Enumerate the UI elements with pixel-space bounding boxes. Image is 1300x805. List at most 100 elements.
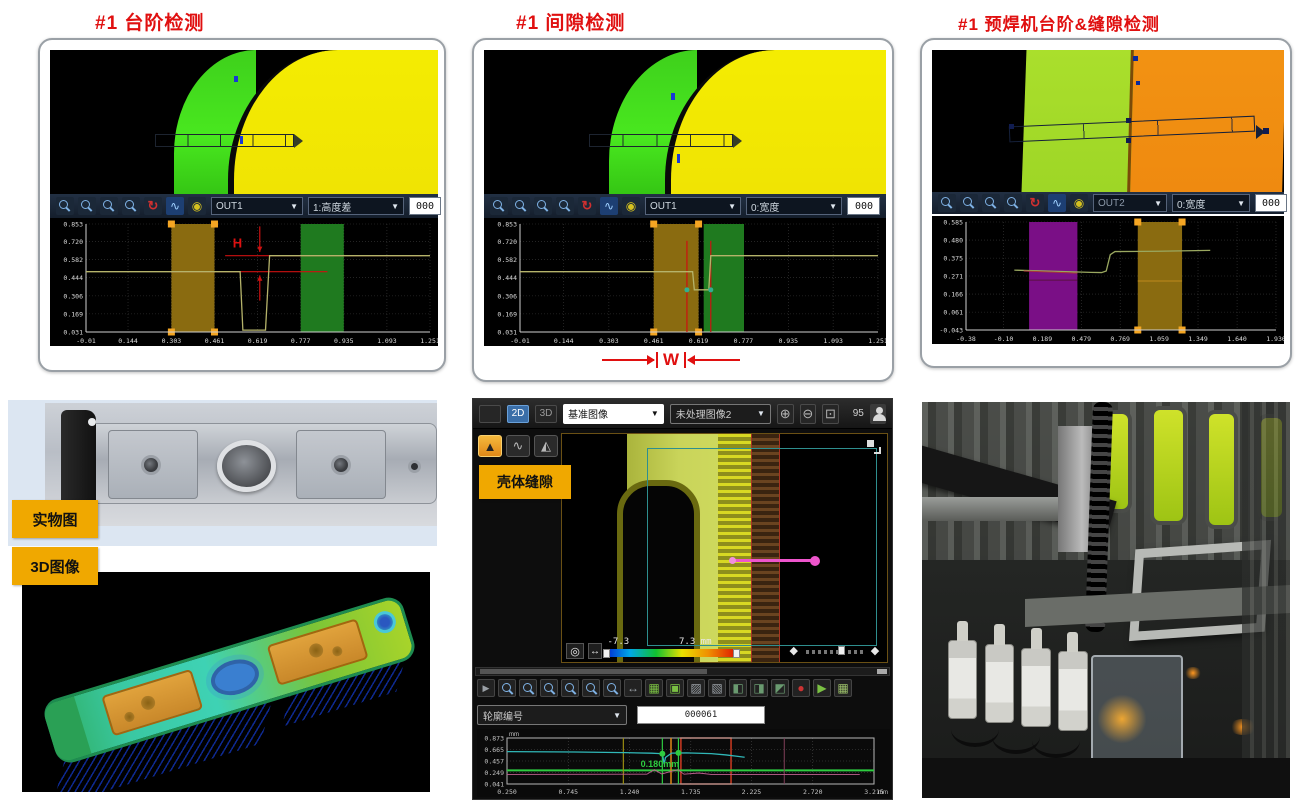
- roi-3-icon[interactable]: [771, 679, 789, 697]
- scrollbar-thumb[interactable]: [480, 669, 707, 674]
- mode-select[interactable]: 0:宽度: [1172, 194, 1250, 212]
- inspection-software-window: 2D 3D 基准图像 未处理图像2 95 壳体缝隙: [472, 398, 893, 800]
- record-icon[interactable]: [792, 679, 810, 697]
- waveform-icon[interactable]: [166, 197, 184, 215]
- width-annotation: W: [602, 350, 740, 370]
- noise-speck: [677, 154, 680, 163]
- grid-green-icon[interactable]: [645, 679, 663, 697]
- zoom-3-icon[interactable]: [534, 197, 552, 215]
- threshold-value-field[interactable]: 000: [847, 197, 880, 215]
- result-icon[interactable]: [834, 679, 852, 697]
- zoom-1-icon[interactable]: [498, 679, 516, 697]
- zoom-3-icon[interactable]: [540, 679, 558, 697]
- zoom-4-icon[interactable]: [1004, 194, 1022, 212]
- profile-view-icon[interactable]: [506, 435, 530, 457]
- svg-text:0.935: 0.935: [334, 337, 354, 345]
- image-viewer[interactable]: -7.3 7.3 mm ◆ ◆: [561, 433, 888, 663]
- zoom-4-icon[interactable]: [561, 679, 579, 697]
- color-diamond-icon[interactable]: ◆: [871, 644, 879, 657]
- range-span-icon[interactable]: [588, 643, 602, 659]
- roi-1-icon[interactable]: [729, 679, 747, 697]
- zoom-2-icon[interactable]: [78, 197, 96, 215]
- svg-text:-0.043: -0.043: [940, 327, 964, 335]
- measurement-roi-box[interactable]: [155, 134, 295, 147]
- image-view-icon[interactable]: [478, 435, 502, 457]
- processed-image-select[interactable]: 未处理图像2: [670, 404, 771, 424]
- marker-icon[interactable]: [622, 197, 640, 215]
- svg-text:0.144: 0.144: [118, 337, 138, 345]
- horizontal-scrollbar[interactable]: [475, 667, 890, 676]
- svg-text:0.031: 0.031: [497, 329, 517, 337]
- zoom-in-icon[interactable]: [777, 404, 794, 424]
- zoom-2-icon[interactable]: [960, 194, 978, 212]
- mask-1-icon[interactable]: [687, 679, 705, 697]
- roi-2-icon[interactable]: [750, 679, 768, 697]
- mode-select[interactable]: 1:高度差: [308, 197, 404, 215]
- measurement-roi-box[interactable]: [589, 134, 734, 147]
- svg-text:0.935: 0.935: [778, 337, 798, 345]
- zoom-2-icon[interactable]: [519, 679, 537, 697]
- threshold-value-field[interactable]: 000: [1255, 194, 1287, 212]
- colorbar-min-handle[interactable]: [603, 649, 610, 658]
- zoom-3-icon[interactable]: [100, 197, 118, 215]
- zoom-4-icon[interactable]: [556, 197, 574, 215]
- view-list-toggle[interactable]: [479, 405, 501, 423]
- zoom-5-icon[interactable]: [582, 679, 600, 697]
- threshold-handle[interactable]: [838, 646, 845, 655]
- zoom-1-icon[interactable]: [938, 194, 956, 212]
- threshold-value-field[interactable]: 000: [409, 197, 441, 215]
- profile-number-select[interactable]: 轮廓编号: [477, 705, 627, 725]
- chevron-down-icon: [1233, 198, 1245, 209]
- roi-handle-dot[interactable]: [1126, 118, 1131, 123]
- roi-handle-dot[interactable]: [1126, 138, 1131, 143]
- height-view-icon[interactable]: [534, 435, 558, 457]
- zoom-1-icon[interactable]: [490, 197, 508, 215]
- vision-toolbar-icons: [490, 197, 640, 215]
- roi-handle-dot[interactable]: [1009, 124, 1014, 129]
- prewelder-panel-title: #1 预焊机台阶&缝隙检测: [958, 10, 1160, 35]
- mode-select[interactable]: 0:宽度: [746, 197, 842, 215]
- roi-handle-dot[interactable]: [1263, 128, 1269, 134]
- pan-icon[interactable]: [624, 679, 642, 697]
- zoom-1-icon[interactable]: [56, 197, 74, 215]
- zoom-out-icon[interactable]: [800, 404, 817, 424]
- profile-number-field[interactable]: 000061: [637, 706, 765, 724]
- height-colorbar[interactable]: [604, 649, 734, 657]
- zoom-3-icon[interactable]: [982, 194, 1000, 212]
- zoom-4-icon[interactable]: [122, 197, 140, 215]
- svg-text:0.461: 0.461: [205, 337, 225, 345]
- color-diamond-icon[interactable]: ◆: [790, 644, 798, 657]
- fit-screen-icon[interactable]: [822, 404, 839, 424]
- viewer-roi-outline[interactable]: [647, 448, 878, 646]
- waveform-icon[interactable]: [1048, 194, 1066, 212]
- scrollbar-nub[interactable]: [877, 669, 887, 674]
- svg-text:1.640: 1.640: [1227, 335, 1247, 343]
- screen-green-icon[interactable]: [666, 679, 684, 697]
- export-icon[interactable]: [813, 679, 831, 697]
- view-3d-toggle[interactable]: 3D: [535, 405, 557, 423]
- roi-arrow-tip: [294, 134, 303, 148]
- mask-2-icon[interactable]: [708, 679, 726, 697]
- cursor-icon[interactable]: [477, 679, 495, 697]
- fullscreen-icon[interactable]: [867, 440, 881, 454]
- output-select[interactable]: OUT1: [211, 197, 303, 215]
- base-image-select[interactable]: 基准图像: [563, 404, 664, 424]
- output-select[interactable]: OUT2: [1093, 194, 1167, 212]
- zoom-6-icon[interactable]: [603, 679, 621, 697]
- marker-icon[interactable]: [1070, 194, 1088, 212]
- threshold-slider[interactable]: [806, 650, 865, 654]
- waveform-icon[interactable]: [600, 197, 618, 215]
- reset-icon[interactable]: [144, 197, 162, 215]
- physical-photo-label: 实物图: [12, 500, 98, 538]
- user-icon[interactable]: [870, 404, 886, 424]
- reset-icon[interactable]: [1026, 194, 1044, 212]
- marker-icon[interactable]: [188, 197, 206, 215]
- noise-speck: [1136, 81, 1140, 85]
- output-select[interactable]: OUT1: [645, 197, 741, 215]
- svg-text:1.735: 1.735: [681, 788, 701, 796]
- zoom-2-icon[interactable]: [512, 197, 530, 215]
- reset-icon[interactable]: [578, 197, 596, 215]
- colorbar-max-handle[interactable]: [733, 649, 740, 658]
- target-icon[interactable]: [566, 643, 584, 659]
- view-2d-toggle[interactable]: 2D: [507, 405, 529, 423]
